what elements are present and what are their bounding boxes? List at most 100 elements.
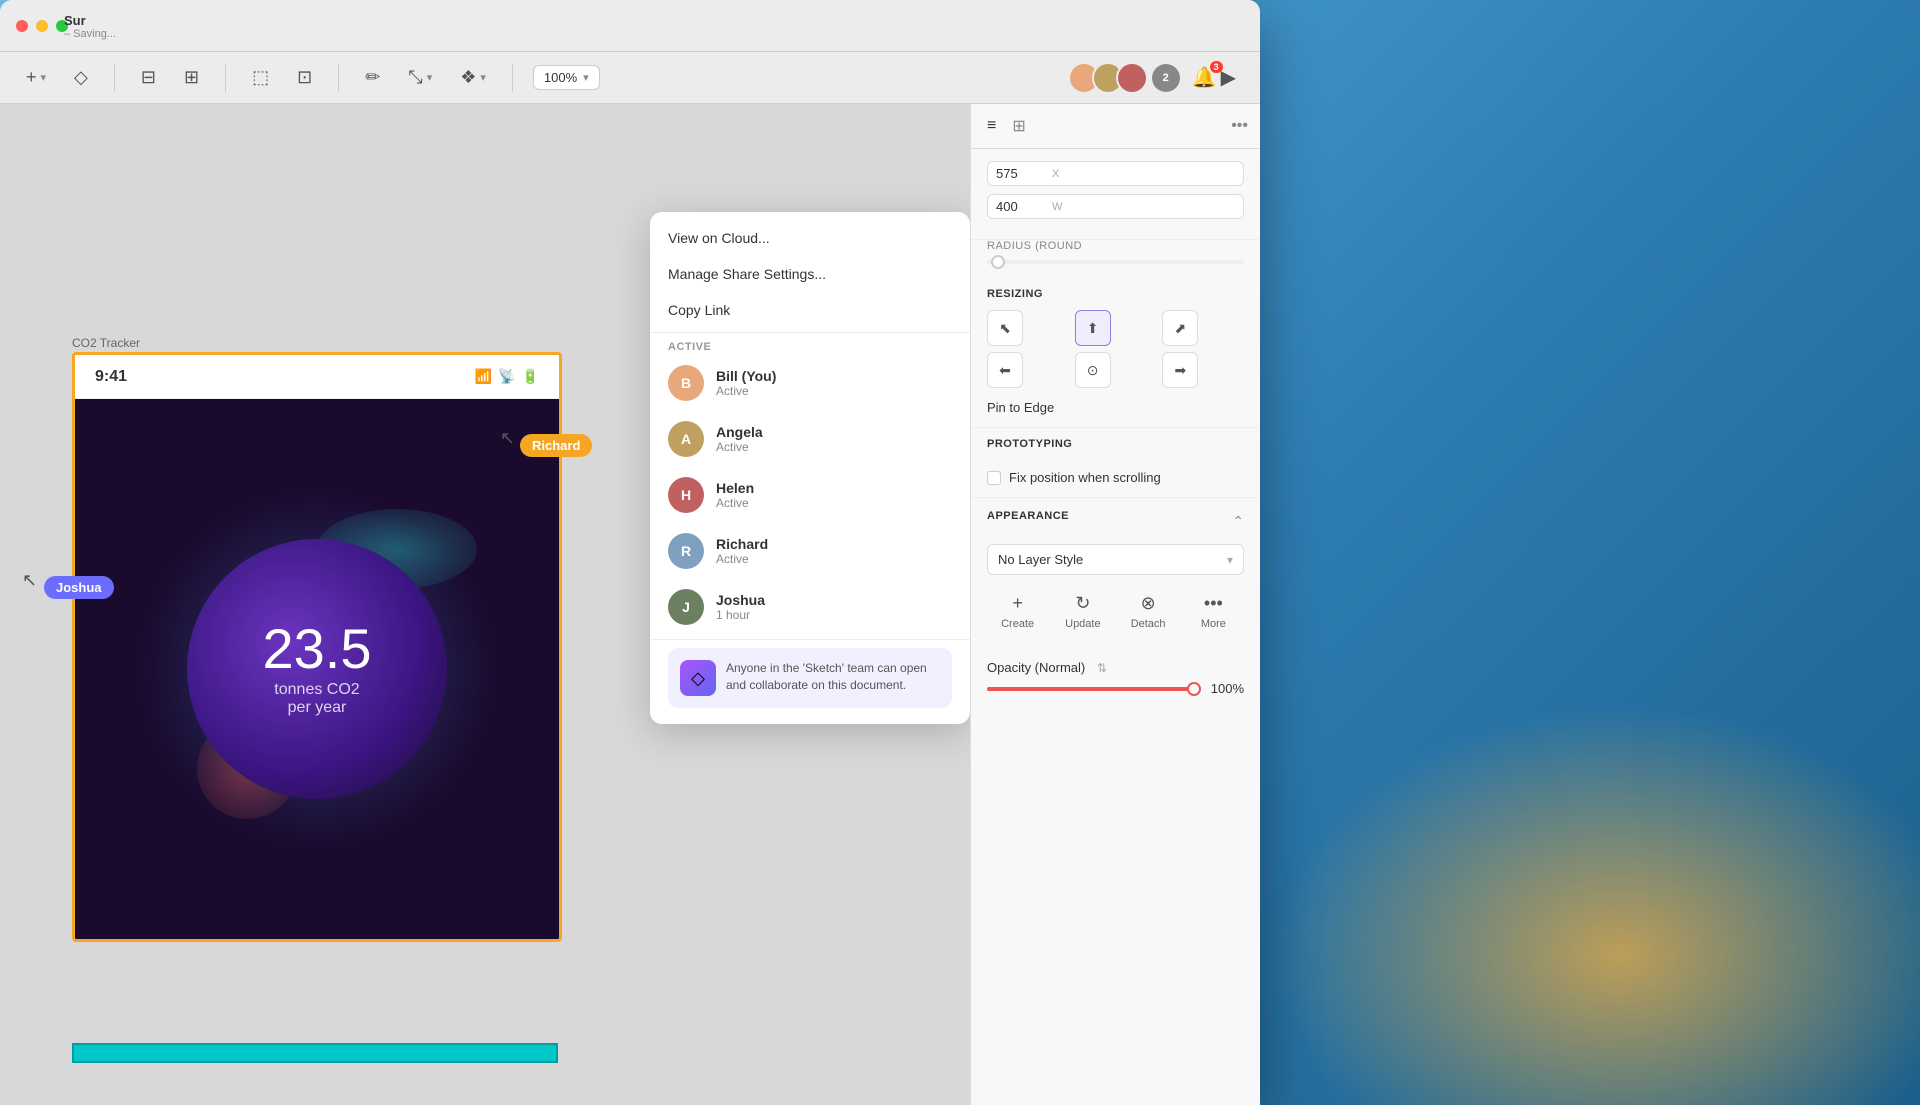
prototyping-section: PROTOTYPING Fix position when scrolling [971,428,1260,498]
zoom-control[interactable]: 100% ▾ [533,65,600,90]
detach-style-button[interactable]: ⊗ Detach [1118,587,1179,636]
transform-button[interactable]: ⬚ [246,63,275,92]
proto-header: PROTOTYPING [987,438,1244,460]
richard-cursor: ↖ [500,428,515,449]
close-button[interactable] [16,20,28,32]
y-value-input[interactable] [996,199,1046,214]
toolbar: + ▾ ◇ ⊟ ⊞ ⬚ ⊡ ✏ ⤡ ▾ ❖ ▾ [0,52,1260,104]
manage-share-label: Manage Share Settings... [668,266,826,282]
opacity-slider[interactable] [987,687,1194,691]
battery-icon: 🔋 [522,368,539,385]
user-angela[interactable]: A Angela Active [650,411,970,467]
create-style-button[interactable]: + Create [987,587,1048,636]
add-button[interactable]: + ▾ [20,63,52,92]
component-chevron-icon: ▾ [480,71,486,84]
user-bill[interactable]: B Bill (You) Active [650,355,970,411]
y-row: W [987,194,1244,219]
notifications-button[interactable]: 🔔 3 [1192,65,1217,90]
co2-content: 23.5 tonnes CO2 per year [75,399,559,939]
right-panel: ≡ ⊞ ••• X W [970,104,1260,1105]
resize-top-center[interactable]: ⬆ [1075,310,1111,346]
play-button[interactable]: ▶ [1221,65,1236,90]
resize-middle-right[interactable]: ➡ [1162,352,1198,388]
tab-style[interactable]: ≡ [983,113,1000,139]
user-richard-name: Richard [716,536,952,552]
pin-to-edge-label: Pin to Edge [987,400,1244,415]
avatar-joshua-dropdown: J [668,589,704,625]
y-input[interactable]: W [987,194,1244,219]
crop-button[interactable]: ⊡ [291,63,318,92]
canvas-area[interactable]: CO2 Tracker 9:41 📶 📡 🔋 [0,104,970,1105]
add-chevron-icon: ▾ [41,71,47,84]
app-save-status: – Saving... [64,28,116,40]
resize-button[interactable]: ⤡ ▾ [402,63,438,92]
resize-middle-left[interactable]: ⬅ [987,352,1023,388]
opacity-arrows-icon: ⇅ [1097,661,1107,675]
appearance-chevron-icon[interactable]: ⌃ [1232,513,1244,530]
opacity-thumb[interactable] [1187,682,1201,696]
distribute-icon: ⊞ [184,67,199,88]
distribute-button[interactable]: ⊞ [178,63,205,92]
toolbar-separator-4 [512,64,513,92]
avatar-helen[interactable] [1116,62,1148,94]
layer-style-label: No Layer Style [998,552,1083,567]
view-on-cloud-item[interactable]: View on Cloud... [650,220,970,256]
resize-middle-center[interactable]: ⊙ [1075,352,1111,388]
avatar-richard-dropdown: R [668,533,704,569]
more-style-button[interactable]: ••• More [1183,587,1244,636]
user-richard-info: Richard Active [716,536,952,566]
sketch-icon: ◇ [680,660,716,696]
pen-icon: ✏ [365,67,380,88]
insert-button[interactable]: ◇ [68,63,94,92]
titlebar: Sur – Saving... [0,0,1260,52]
minimize-button[interactable] [36,20,48,32]
opacity-value: 100% [1204,681,1244,696]
toolbar-separator-1 [114,64,115,92]
radius-thumb[interactable] [991,255,1005,269]
user-richard-status: Active [716,552,952,566]
component-icon: ❖ [460,67,476,88]
avatar-overflow-count[interactable]: 2 [1152,64,1180,92]
update-label: Update [1065,618,1100,630]
user-joshua-status: 1 hour [716,608,952,622]
phone-frame[interactable]: 9:41 📶 📡 🔋 23.5 [72,352,562,942]
main-area: CO2 Tracker 9:41 📶 📡 🔋 [0,104,1260,1105]
collaborators-area: 2 🔔 3 ▶ [1068,62,1240,94]
user-helen-status: Active [716,496,952,510]
x-value-input[interactable] [996,166,1046,181]
pen-button[interactable]: ✏ [359,63,386,92]
update-icon: ↻ [1075,593,1090,614]
status-icons: 📶 📡 🔋 [475,368,539,385]
proto-title: PROTOTYPING [987,438,1072,450]
resize-top-right[interactable]: ⬈ [1162,310,1198,346]
fix-position-checkbox[interactable] [987,471,1001,485]
x-label: X [1052,168,1059,180]
copy-link-item[interactable]: Copy Link [650,292,970,328]
manage-share-item[interactable]: Manage Share Settings... [650,256,970,292]
avatar-angela-dropdown: A [668,421,704,457]
resize-chevron-icon: ▾ [427,71,433,84]
user-helen[interactable]: H Helen Active [650,467,970,523]
resize-top-left[interactable]: ⬉ [987,310,1023,346]
radius-slider[interactable] [987,260,1244,264]
x-row: X [987,161,1244,186]
user-joshua[interactable]: J Joshua 1 hour [650,579,970,635]
opacity-section: Opacity (Normal) ⇅ 100% [971,660,1260,708]
tab-layout[interactable]: ⊞ [1008,112,1029,140]
x-input[interactable]: X [987,161,1244,186]
opacity-row: Opacity (Normal) ⇅ [987,660,1244,675]
layer-style-selector[interactable]: No Layer Style ▾ [987,544,1244,575]
fix-position-label: Fix position when scrolling [1009,470,1161,485]
user-joshua-info: Joshua 1 hour [716,592,952,622]
update-style-button[interactable]: ↻ Update [1052,587,1113,636]
component-button[interactable]: ❖ ▾ [454,63,492,92]
avatar-helen-dropdown: H [668,477,704,513]
user-richard[interactable]: R Richard Active [650,523,970,579]
user-bill-info: Bill (You) Active [716,368,952,398]
toolbar-separator-3 [338,64,339,92]
more-icon: ••• [1204,593,1223,614]
panel-more-button[interactable]: ••• [1231,117,1248,135]
notifications-badge: 3 [1210,61,1223,73]
joshua-label: Joshua [44,576,114,599]
align-button[interactable]: ⊟ [135,63,162,92]
